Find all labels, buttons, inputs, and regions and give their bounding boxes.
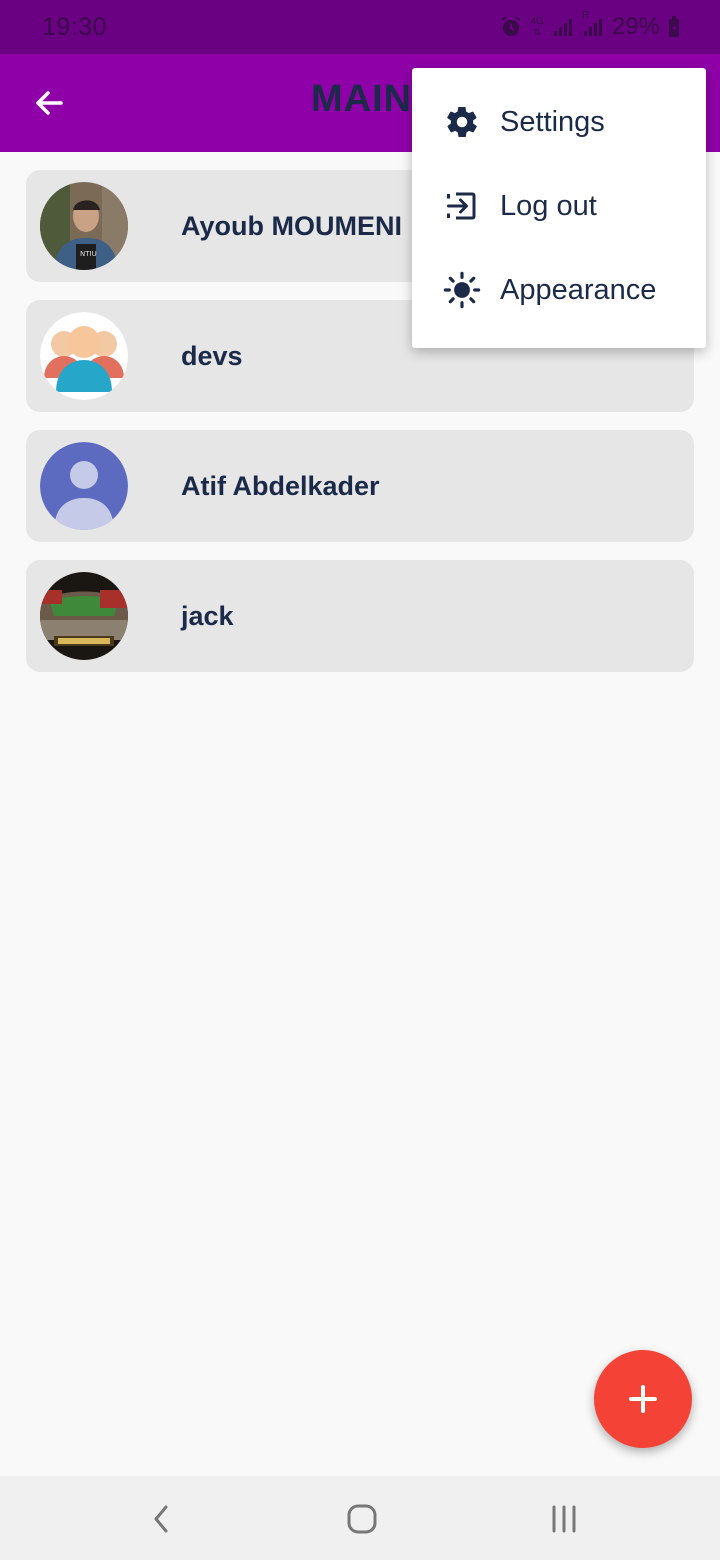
menu-item-appearance[interactable]: Appearance (412, 248, 706, 332)
nav-recents-icon (552, 1505, 576, 1533)
battery-charging-icon (668, 16, 680, 38)
overflow-menu: Settings Log out Appearance (412, 68, 706, 348)
alarm-icon (499, 15, 523, 39)
chat-name: devs (181, 340, 243, 371)
signal-roaming-icon: R (582, 10, 604, 38)
menu-item-label: Settings (500, 105, 605, 138)
add-button[interactable] (594, 1350, 692, 1448)
chat-name: jack (181, 600, 234, 631)
list-item[interactable]: jack (26, 560, 694, 672)
menu-item-settings[interactable]: Settings (412, 80, 706, 164)
back-button[interactable] (22, 78, 76, 128)
nav-recents-button[interactable] (539, 1494, 589, 1544)
nav-home-icon (347, 1504, 377, 1534)
menu-item-label: Appearance (500, 273, 657, 306)
photo-avatar: NTIU (40, 182, 128, 270)
chat-name: Ayoub MOUMENI (181, 210, 402, 241)
network-4g-icon: 4G ⇅ (530, 16, 544, 38)
stadium-photo-avatar (40, 572, 128, 660)
status-icons: 4G ⇅ R 29% (499, 10, 680, 41)
arrow-back-icon (36, 91, 63, 115)
default-person-avatar (40, 442, 128, 530)
group-avatar (40, 312, 128, 400)
plus-icon (629, 1385, 657, 1413)
menu-item-logout[interactable]: Log out (412, 164, 706, 248)
nav-back-button[interactable] (136, 1494, 186, 1544)
gear-icon (442, 102, 482, 142)
list-item[interactable]: Atif Abdelkader (26, 430, 694, 542)
network-label: 4G (530, 16, 544, 27)
nav-home-button[interactable] (337, 1494, 387, 1544)
battery-percent: 29% (611, 13, 660, 40)
menu-item-label: Log out (500, 189, 597, 222)
signal-icon (552, 16, 574, 38)
chat-name: Atif Abdelkader (181, 470, 380, 501)
system-nav-bar (0, 1476, 720, 1560)
status-time: 19:30 (42, 12, 108, 41)
sun-icon (442, 270, 482, 310)
nav-back-icon (154, 1505, 168, 1533)
roaming-label: R (581, 10, 590, 21)
page-title: MAIN (311, 78, 413, 120)
status-bar: 19:30 4G ⇅ R 29% (0, 0, 720, 54)
svg-text:NTIU: NTIU (80, 250, 97, 258)
logout-icon (442, 186, 482, 226)
